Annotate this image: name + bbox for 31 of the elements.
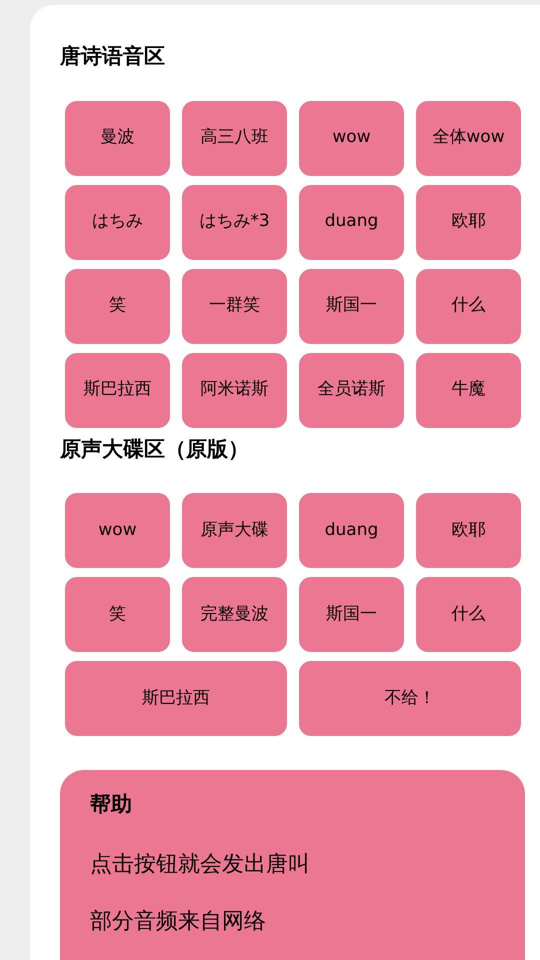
sound-button[interactable]: wow bbox=[65, 493, 170, 568]
sound-button[interactable]: 全体wow bbox=[416, 100, 521, 176]
sound-button[interactable]: duang bbox=[299, 184, 404, 260]
help-title: 帮助 bbox=[90, 790, 133, 818]
sound-button[interactable]: 斯巴拉西 bbox=[65, 352, 170, 428]
sound-button[interactable]: はちみ bbox=[65, 184, 170, 260]
sound-button[interactable]: 不给！ bbox=[299, 661, 521, 736]
help-text: 部分音频来自网络 bbox=[90, 908, 267, 936]
sound-button[interactable]: 笑 bbox=[65, 268, 170, 344]
sound-button[interactable]: 斯国一 bbox=[299, 577, 404, 652]
sound-button[interactable]: 斯国一 bbox=[299, 268, 404, 344]
sound-button[interactable]: 原声大碟 bbox=[182, 493, 287, 568]
sound-button[interactable]: 完整曼波 bbox=[182, 577, 287, 652]
sound-button[interactable]: 全员诺斯 bbox=[299, 352, 404, 428]
sound-button[interactable]: 斯巴拉西 bbox=[65, 661, 287, 736]
sound-button[interactable]: 欧耶 bbox=[416, 493, 521, 568]
sound-button[interactable]: 高三八班 bbox=[182, 100, 287, 176]
sound-button[interactable]: wow bbox=[299, 100, 404, 176]
section-title: 唐诗语音区 bbox=[60, 43, 166, 70]
sound-button[interactable]: 什么 bbox=[416, 577, 521, 652]
sound-button[interactable]: 笑 bbox=[65, 577, 170, 652]
sound-button[interactable]: 一群笑 bbox=[182, 268, 287, 344]
sound-button[interactable]: duang bbox=[299, 493, 404, 568]
sound-button[interactable]: 欧耶 bbox=[416, 184, 521, 260]
sound-button[interactable]: 什么 bbox=[416, 268, 521, 344]
sound-button[interactable]: 牛魔 bbox=[416, 352, 521, 428]
sound-button[interactable]: はちみ*3 bbox=[182, 184, 287, 260]
section-title: 原声大碟区（原版） bbox=[60, 436, 250, 463]
help-text: 点击按钮就会发出唐叫 bbox=[90, 850, 311, 879]
sound-button[interactable]: 阿米诺斯 bbox=[182, 352, 287, 428]
sound-button[interactable]: 曼波 bbox=[65, 100, 170, 176]
